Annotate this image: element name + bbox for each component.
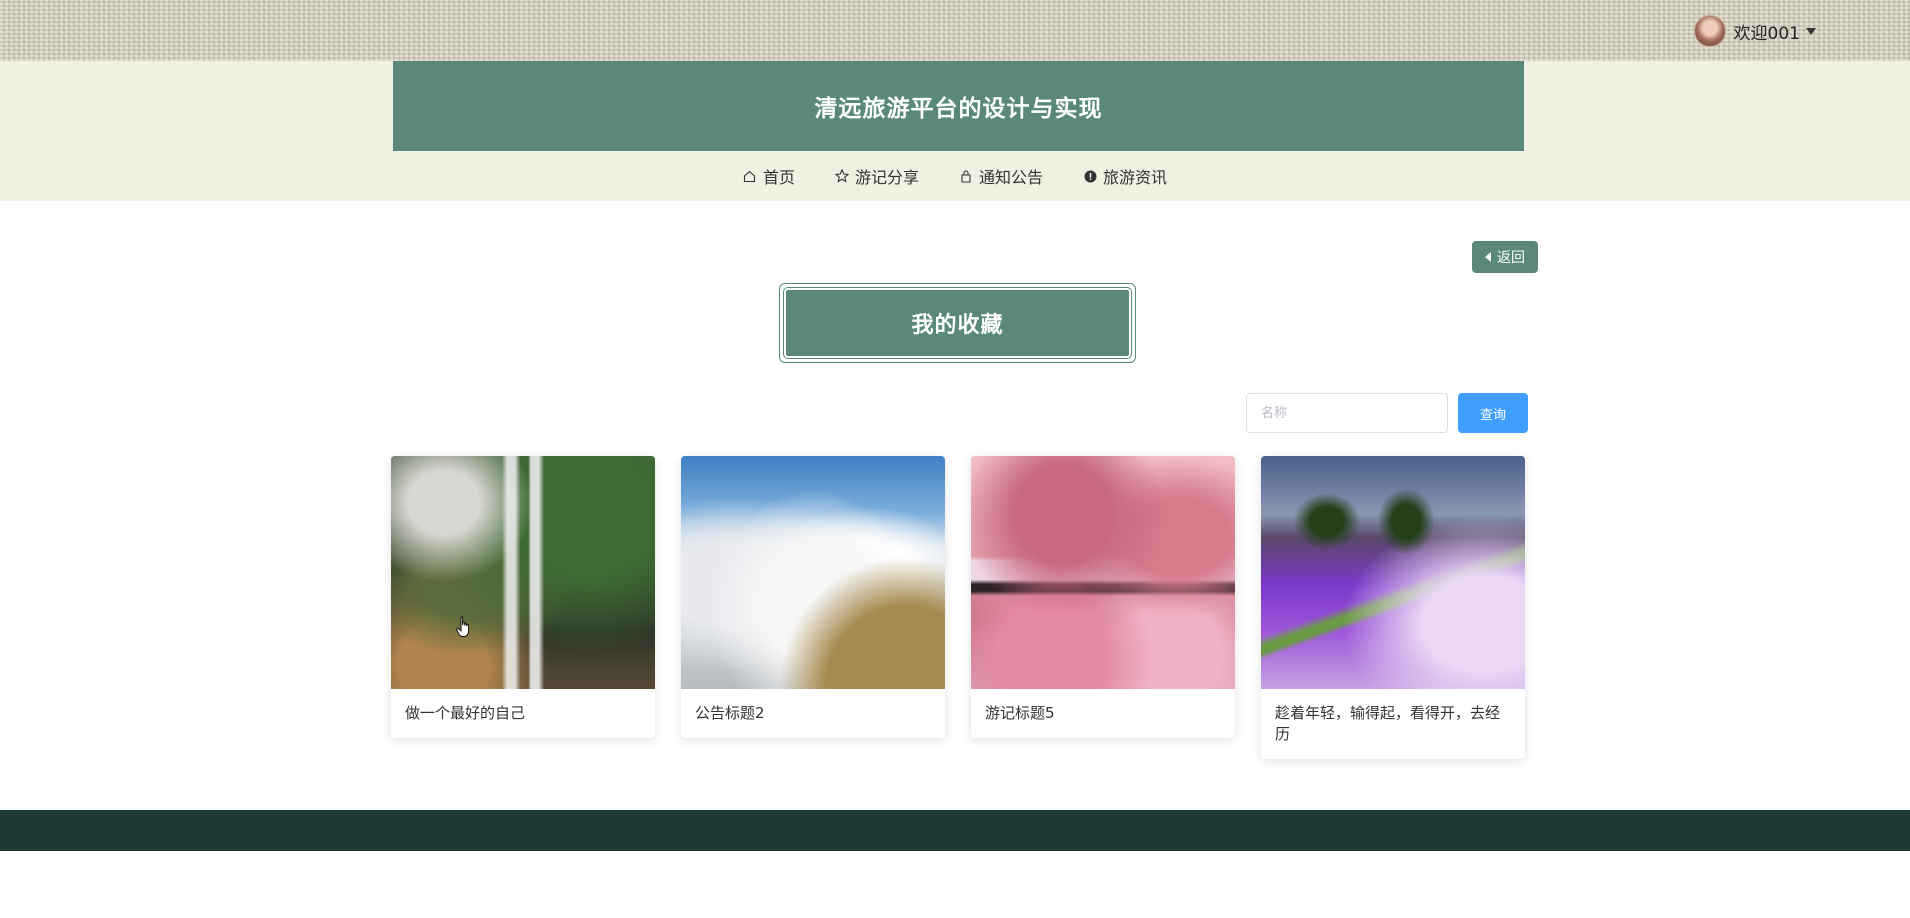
- caret-down-icon: [1806, 27, 1816, 35]
- welcome-text: 欢迎001: [1733, 23, 1800, 44]
- top-bar: 欢迎001: [0, 0, 1910, 61]
- home-icon: [743, 169, 757, 183]
- hand-cursor-icon: [456, 616, 470, 637]
- card-title[interactable]: 做一个最好的自己: [391, 689, 655, 738]
- card-title[interactable]: 游记标题5: [971, 689, 1235, 738]
- site-title: 清远旅游平台的设计与实现: [814, 96, 1103, 122]
- bag-icon: [959, 169, 973, 183]
- favorite-card[interactable]: 公告标题2: [681, 456, 945, 738]
- back-button-label: 返回: [1497, 250, 1525, 266]
- nav-item-home[interactable]: 首页: [743, 164, 795, 188]
- caret-left-icon: [1485, 252, 1491, 262]
- search-button[interactable]: 查询: [1458, 393, 1528, 433]
- footer: [0, 810, 1910, 851]
- card-image-pink-volcano[interactable]: [971, 456, 1235, 689]
- nav-item-travel-news[interactable]: 旅游资讯: [1083, 164, 1167, 188]
- card-image-waterfall[interactable]: [391, 456, 655, 689]
- nav-item-label: 游记分享: [854, 168, 919, 187]
- header: 清远旅游平台的设计与实现 首页 游记分享 通知公告 旅游资讯: [0, 61, 1910, 201]
- site-title-bar: 清远旅游平台的设计与实现: [393, 61, 1524, 151]
- favorite-card[interactable]: 趁着年轻，输得起，看得开，去经历: [1261, 456, 1525, 759]
- info-icon: [1083, 169, 1097, 183]
- star-icon: [834, 169, 849, 183]
- nav-item-label: 通知公告: [979, 168, 1044, 187]
- nav-item-travel-share[interactable]: 游记分享: [834, 164, 919, 188]
- favorite-card[interactable]: 游记标题5: [971, 456, 1235, 738]
- card-title[interactable]: 趁着年轻，输得起，看得开，去经历: [1261, 689, 1525, 759]
- card-image-lavender-field[interactable]: [1261, 456, 1525, 689]
- main-nav: 首页 游记分享 通知公告 旅游资讯: [0, 151, 1910, 201]
- section-title-frame: 我的收藏: [779, 283, 1136, 363]
- user-menu[interactable]: 欢迎001: [1693, 14, 1816, 48]
- nav-item-notices[interactable]: 通知公告: [959, 164, 1043, 188]
- card-title[interactable]: 公告标题2: [681, 689, 945, 738]
- search-input[interactable]: [1246, 393, 1448, 433]
- user-avatar: [1693, 15, 1726, 47]
- card-image-clouds[interactable]: [681, 456, 945, 689]
- back-button[interactable]: 返回: [1472, 241, 1538, 273]
- nav-item-label: 旅游资讯: [1103, 168, 1168, 187]
- section-title: 我的收藏: [783, 287, 1132, 359]
- favorite-card[interactable]: 做一个最好的自己: [391, 456, 655, 738]
- nav-item-label: 首页: [762, 168, 795, 187]
